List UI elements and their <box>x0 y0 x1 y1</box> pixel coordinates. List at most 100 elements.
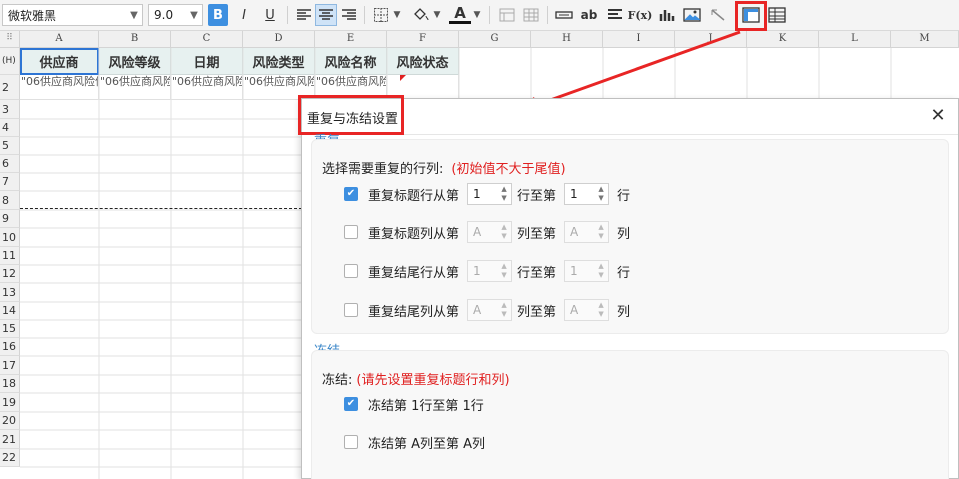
spin-value: A <box>473 303 482 317</box>
row-header-21[interactable]: 21 <box>0 430 20 449</box>
column-header-f[interactable]: F <box>387 31 459 48</box>
italic-button[interactable]: I <box>233 4 255 26</box>
row-header-2[interactable]: 2 <box>0 75 20 100</box>
row-header-7[interactable]: 7 <box>0 173 20 191</box>
repeat-tail-col-to-input[interactable]: A ▲ ▼ <box>564 299 610 321</box>
chevron-down-icon[interactable]: ▼ <box>472 4 482 26</box>
chevron-down-icon[interactable]: ▼ <box>392 4 402 26</box>
spinner-arrows-icon[interactable]: ▲ ▼ <box>595 223 607 241</box>
underline-button[interactable]: U <box>259 4 281 26</box>
repeat-tail-row-from-input[interactable]: 1 ▲ ▼ <box>467 260 513 282</box>
column-header-d[interactable]: D <box>243 31 315 48</box>
freeze-col-option[interactable]: 冻结第 A列至第 A列 <box>344 431 485 453</box>
row-header-14[interactable]: 14 <box>0 302 20 320</box>
chart-icon[interactable] <box>656 4 678 26</box>
column-header-l[interactable]: L <box>819 31 891 48</box>
split-cells-icon[interactable] <box>520 4 542 26</box>
option-label: 冻结第 A列至第 A列 <box>368 436 486 452</box>
align-left-icon[interactable] <box>293 4 315 26</box>
row-header-17[interactable]: 17 <box>0 356 20 375</box>
spinner-arrows-icon[interactable]: ▲ ▼ <box>595 301 607 319</box>
row-header-5[interactable]: 5 <box>0 137 20 155</box>
column-header-j[interactable]: J <box>675 31 747 48</box>
repeat-tail-col-option[interactable]: 重复结尾列从第 A ▲ ▼ 列至第 A ▲ ▼ 列 <box>344 299 630 321</box>
row-header-16[interactable]: 16 <box>0 338 20 356</box>
row-header-4[interactable]: 4 <box>0 119 20 137</box>
chevron-down-icon[interactable]: ▼ <box>432 4 442 26</box>
font-size-select[interactable]: 9.0 ▼ <box>148 4 203 26</box>
formula-button[interactable]: F(x) <box>628 4 653 26</box>
row-header-12[interactable]: 12 <box>0 265 20 283</box>
table-layout-icon[interactable] <box>766 4 788 26</box>
column-header-i[interactable]: I <box>603 31 675 48</box>
option-label: 重复标题列从第 <box>368 226 460 242</box>
toolbar-divider <box>489 6 490 24</box>
row-header-3[interactable]: 3 <box>0 100 20 119</box>
column-header-a[interactable]: A <box>20 31 99 48</box>
row-header-15[interactable]: 15 <box>0 320 20 338</box>
spinner-arrows-icon[interactable]: ▲ ▼ <box>498 262 510 280</box>
row-header-6[interactable]: 6 <box>0 155 20 173</box>
select-all-corner[interactable]: ⠿ <box>0 31 20 48</box>
repeat-tail-row-option[interactable]: 重复结尾行从第 1 ▲ ▼ 行至第 1 ▲ ▼ 行 <box>344 260 630 282</box>
align-right-icon[interactable] <box>338 4 360 26</box>
align-center-icon[interactable] <box>315 4 337 26</box>
row-header-13[interactable]: 13 <box>0 283 20 302</box>
bold-button[interactable]: B <box>208 4 228 26</box>
row-header-18[interactable]: 18 <box>0 375 20 393</box>
font-family-select[interactable]: 微软雅黑 ▼ <box>2 4 143 26</box>
repeat-title-col-option[interactable]: 重复标题列从第 A ▲ ▼ 列至第 A ▲ ▼ 列 <box>344 221 630 243</box>
row-header-20[interactable]: 20 <box>0 412 20 430</box>
paragraph-icon[interactable] <box>604 4 626 26</box>
row-header-1[interactable]: (H) <box>0 48 20 75</box>
repeat-tail-col-from-input[interactable]: A ▲ ▼ <box>467 299 513 321</box>
option-to-label: 行至第 <box>517 265 557 281</box>
spinner-arrows-icon[interactable]: ▲ ▼ <box>498 301 510 319</box>
repeat-tail-row-to-input[interactable]: 1 ▲ ▼ <box>564 260 610 282</box>
row-header-10[interactable]: 10 <box>0 228 20 247</box>
image-icon[interactable] <box>681 4 703 26</box>
spinner-arrows-icon[interactable]: ▲ ▼ <box>595 185 607 203</box>
column-header-m[interactable]: M <box>891 31 959 48</box>
freeze-col-checkbox[interactable] <box>344 435 358 449</box>
font-color-icon[interactable]: A <box>449 4 471 24</box>
column-header-g[interactable]: G <box>459 31 531 48</box>
fill-color-icon[interactable] <box>410 4 432 26</box>
slash-icon[interactable] <box>707 4 729 26</box>
repeat-title-col-from-input[interactable]: A ▲ ▼ <box>467 221 513 243</box>
column-header-c[interactable]: C <box>171 31 243 48</box>
border-icon[interactable] <box>370 4 392 26</box>
chevron-down-icon: ▼ <box>190 9 198 21</box>
column-header-h[interactable]: H <box>531 31 603 48</box>
freeze-row-checkbox[interactable]: ✔ <box>344 397 358 411</box>
repeat-title-row-to-input[interactable]: 1 ▲ ▼ <box>564 183 610 205</box>
spinner-arrows-icon[interactable]: ▲ ▼ <box>498 185 510 203</box>
repeat-title-row-option[interactable]: ✔ 重复标题行从第 1 ▲ ▼ 行至第 1 ▲ ▼ 行 <box>344 183 630 205</box>
repeat-freeze-dialog: 重复与冻结设置 ✕ 重复 选择需要重复的行列:(初始值不大于尾值) ✔ 重复标题… <box>298 95 959 479</box>
repeat-title-col-to-input[interactable]: A ▲ ▼ <box>564 221 610 243</box>
column-header-e[interactable]: E <box>315 31 387 48</box>
row-header-8[interactable]: 8 <box>0 191 20 210</box>
repeat-title-row-checkbox[interactable]: ✔ <box>344 187 358 201</box>
text-format-button[interactable]: ab <box>578 4 600 26</box>
column-header-b[interactable]: B <box>99 31 171 48</box>
option-to-label: 行至第 <box>517 188 557 204</box>
repeat-title-col-checkbox[interactable] <box>344 225 358 239</box>
toolbar-divider <box>364 6 365 24</box>
spinner-arrows-icon[interactable]: ▲ ▼ <box>595 262 607 280</box>
row-header-22[interactable]: 22 <box>0 449 20 467</box>
row-header-19[interactable]: 19 <box>0 393 20 412</box>
repeat-title-row-from-input[interactable]: 1 ▲ ▼ <box>467 183 513 205</box>
freeze-row-option[interactable]: ✔ 冻结第 1行至第 1行 <box>344 393 484 415</box>
close-icon[interactable]: ✕ <box>928 106 948 126</box>
row-header-9[interactable]: 9 <box>0 210 20 228</box>
option-unit: 列 <box>617 226 631 242</box>
merge-cells-icon[interactable] <box>496 4 518 26</box>
column-header-k[interactable]: K <box>747 31 819 48</box>
repeat-tail-row-checkbox[interactable] <box>344 264 358 278</box>
text-box-icon[interactable] <box>553 4 575 26</box>
option-to-label: 列至第 <box>517 226 557 242</box>
row-header-11[interactable]: 11 <box>0 247 20 265</box>
repeat-tail-col-checkbox[interactable] <box>344 303 358 317</box>
spinner-arrows-icon[interactable]: ▲ ▼ <box>498 223 510 241</box>
